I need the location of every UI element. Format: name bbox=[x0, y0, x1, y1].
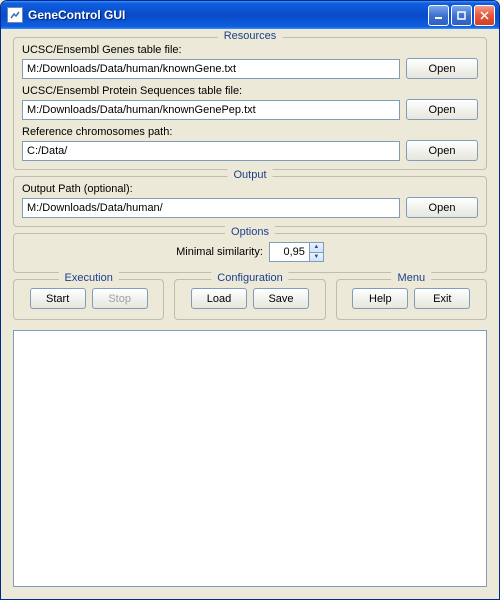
menu-group: Menu Help Exit bbox=[336, 279, 487, 320]
resources-group: Resources UCSC/Ensembl Genes table file:… bbox=[13, 37, 487, 170]
options-group: Options Minimal similarity: ▲ ▼ bbox=[13, 233, 487, 273]
minimize-button[interactable] bbox=[428, 5, 449, 26]
open-output-button[interactable]: Open bbox=[406, 197, 478, 218]
save-button[interactable]: Save bbox=[253, 288, 309, 309]
help-button[interactable]: Help bbox=[352, 288, 408, 309]
open-protein-button[interactable]: Open bbox=[406, 99, 478, 120]
app-window: GeneControl GUI Resources UCSC/Ensembl G… bbox=[0, 0, 500, 600]
start-button[interactable]: Start bbox=[30, 288, 86, 309]
genes-label: UCSC/Ensembl Genes table file: bbox=[22, 44, 478, 56]
protein-file-input[interactable] bbox=[22, 100, 400, 120]
output-group: Output Output Path (optional): Open bbox=[13, 176, 487, 227]
genes-file-input[interactable] bbox=[22, 59, 400, 79]
options-legend: Options bbox=[225, 226, 275, 238]
load-button[interactable]: Load bbox=[191, 288, 247, 309]
open-chrom-button[interactable]: Open bbox=[406, 140, 478, 161]
titlebar: GeneControl GUI bbox=[1, 1, 499, 29]
button-groups: Execution Start Stop Configuration Load … bbox=[13, 279, 487, 320]
window-controls bbox=[428, 5, 495, 26]
menu-legend: Menu bbox=[392, 272, 432, 284]
spin-up-button[interactable]: ▲ bbox=[309, 242, 324, 252]
chrom-label: Reference chromosomes path: bbox=[22, 126, 478, 138]
exit-button[interactable]: Exit bbox=[414, 288, 470, 309]
min-sim-spinner: ▲ ▼ bbox=[269, 242, 324, 262]
log-output[interactable] bbox=[13, 330, 487, 587]
window-title: GeneControl GUI bbox=[28, 8, 428, 22]
output-legend: Output bbox=[227, 169, 272, 181]
close-button[interactable] bbox=[474, 5, 495, 26]
output-path-input[interactable] bbox=[22, 198, 400, 218]
min-sim-input[interactable] bbox=[269, 242, 309, 262]
content-area: Resources UCSC/Ensembl Genes table file:… bbox=[1, 29, 499, 599]
output-path-label: Output Path (optional): bbox=[22, 183, 478, 195]
open-genes-button[interactable]: Open bbox=[406, 58, 478, 79]
chrom-path-input[interactable] bbox=[22, 141, 400, 161]
configuration-group: Configuration Load Save bbox=[174, 279, 325, 320]
maximize-button[interactable] bbox=[451, 5, 472, 26]
execution-group: Execution Start Stop bbox=[13, 279, 164, 320]
stop-button[interactable]: Stop bbox=[92, 288, 148, 309]
execution-legend: Execution bbox=[59, 272, 119, 284]
min-sim-label: Minimal similarity: bbox=[176, 246, 263, 258]
configuration-legend: Configuration bbox=[211, 272, 288, 284]
protein-label: UCSC/Ensembl Protein Sequences table fil… bbox=[22, 85, 478, 97]
spin-down-button[interactable]: ▼ bbox=[309, 252, 324, 263]
resources-legend: Resources bbox=[218, 30, 283, 42]
app-icon bbox=[7, 7, 23, 23]
